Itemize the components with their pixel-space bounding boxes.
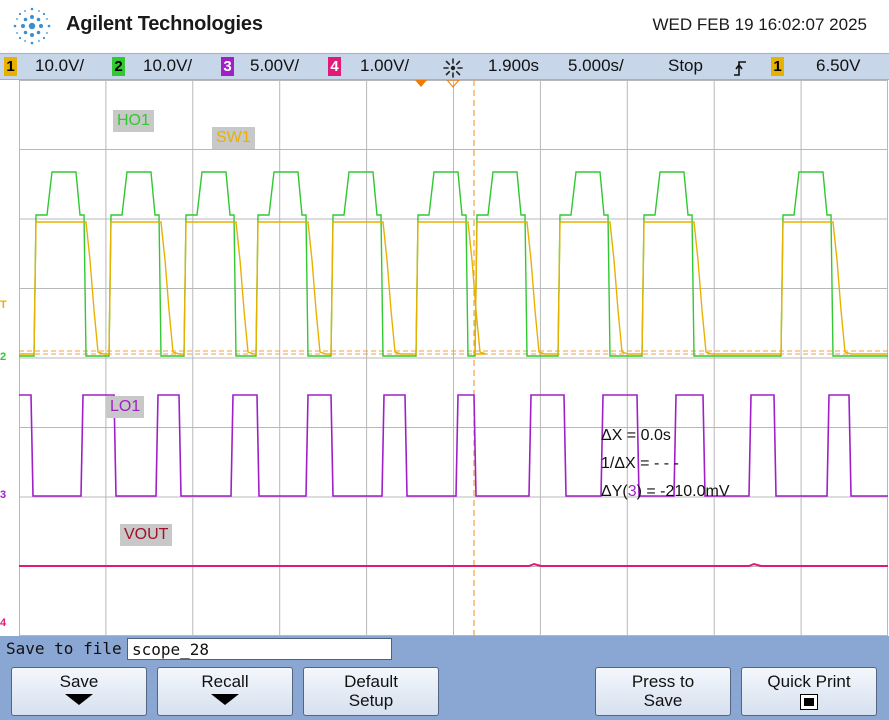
default-setup-line2: Setup	[348, 691, 394, 710]
ch1-scale: 10.0V/	[35, 56, 85, 75]
acquire-mode-icon	[443, 58, 463, 78]
agilent-logo-icon	[13, 7, 51, 45]
save-filename-field[interactable]: scope_28	[127, 638, 392, 660]
trace-label-lo1: LO1	[106, 396, 145, 418]
ch4-ground-marker: 4	[0, 617, 7, 629]
trigger-position-marker	[415, 80, 427, 87]
ch2-scale: 10.0V/	[143, 56, 193, 75]
trigger-edge-icon	[734, 61, 746, 76]
trigger-source-indicator[interactable]: 1	[771, 57, 784, 76]
softkey-bar: Save Recall Default Setup Press to Save …	[0, 664, 889, 720]
save-softkey-label: Save	[59, 672, 99, 691]
recall-softkey[interactable]: Recall	[157, 667, 293, 716]
press-to-save-line2: Save	[643, 691, 683, 710]
delta-y-channel: 3	[627, 483, 637, 500]
recall-softkey-label: Recall	[201, 672, 249, 691]
header: Agilent Technologies WED FEB 19 16:02:07…	[0, 0, 889, 52]
ch3-scale: 5.00V/	[250, 56, 300, 75]
ch3-ground-marker: 3	[0, 489, 7, 501]
ch4-indicator[interactable]: 4	[328, 57, 341, 76]
trace-label-vout: VOUT	[120, 524, 173, 546]
trace-label-sw1: SW1	[212, 127, 255, 149]
default-setup-softkey[interactable]: Default Setup	[303, 667, 439, 716]
save-to-file-label: Save to file =	[6, 639, 141, 658]
date-time: WED FEB 19 16:02:07 2025	[652, 15, 867, 34]
arrow-down-icon	[211, 694, 239, 705]
graticule	[19, 80, 888, 636]
brand-name: Agilent Technologies	[66, 13, 263, 35]
press-to-save-softkey[interactable]: Press to Save	[595, 667, 731, 716]
quick-print-softkey[interactable]: Quick Print	[741, 667, 877, 716]
cursor-measurements: ΔX = 0.0s 1/ΔX = - - - ΔY(3) = -210.0mV	[601, 422, 730, 506]
trigger-level-marker: T	[0, 299, 7, 311]
ch3-indicator[interactable]: 3	[221, 57, 234, 76]
delta-y-prefix: ΔY(	[601, 483, 628, 500]
run-state: Stop	[668, 56, 703, 75]
waveform-display[interactable]	[19, 80, 888, 636]
ch1-indicator[interactable]: 1	[4, 57, 17, 76]
ch2-ground-marker: 2	[0, 351, 7, 363]
trigger-level: 6.50V	[816, 56, 861, 75]
time-delay: 1.900s	[488, 56, 540, 75]
default-setup-line1: Default	[344, 672, 398, 691]
save-bar: Save to file = scope_28	[0, 636, 889, 664]
time-scale: 5.000s/	[568, 56, 624, 75]
save-softkey[interactable]: Save	[11, 667, 147, 716]
ch2-indicator[interactable]: 2	[112, 57, 125, 76]
press-to-save-line1: Press to	[631, 672, 695, 691]
status-bar: 1 10.0V/ 2 10.0V/ 3 5.00V/ 4 1.00V/ 1.90…	[0, 53, 889, 80]
quick-print-label: Quick Print	[767, 672, 851, 691]
delta-y-readout: ΔY(3) = -210.0mV	[601, 478, 730, 506]
delta-y-value: ) = -210.0mV	[636, 483, 730, 500]
inverse-delta-x-readout: 1/ΔX = - - -	[601, 455, 679, 472]
trace-label-ho1: HO1	[113, 110, 154, 132]
arrow-down-icon	[65, 694, 93, 705]
printer-icon	[800, 694, 818, 710]
delta-x-readout: ΔX = 0.0s	[601, 427, 671, 444]
ch4-scale: 1.00V/	[360, 56, 410, 75]
